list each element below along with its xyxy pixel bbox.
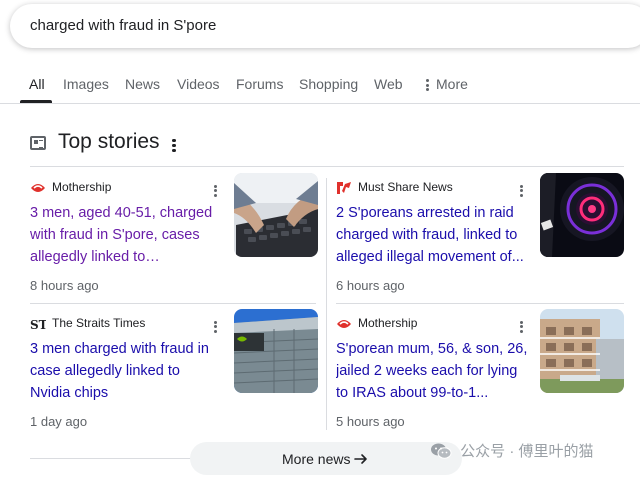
more-news-label: More news [282, 451, 351, 467]
nvidia-building-image [234, 309, 318, 393]
story-headline[interactable]: 3 men, aged 40-51, charged with fraud in… [30, 202, 222, 268]
hands-typing-keyboard-image [234, 173, 318, 257]
source-name: Mothership [52, 180, 112, 194]
watermark-text: 公众号 · 傅里叶的猫 [460, 443, 594, 460]
top-stories-title: Top stories [58, 130, 160, 153]
divider [30, 166, 624, 167]
story-headline[interactable]: 3 men charged with fraud in case alleged… [30, 338, 222, 404]
story-headline[interactable]: 2 S'poreans arrested in raid charged wit… [336, 202, 528, 268]
mothership-logo-icon [337, 320, 351, 328]
story-time: 8 hours ago [30, 278, 99, 293]
straits-times-logo-icon: ST [30, 318, 46, 331]
story-headline[interactable]: S'porean mum, 56, & son, 26, jailed 2 we… [336, 338, 528, 404]
arrow-right-icon [354, 454, 367, 464]
wechat-icon [431, 443, 452, 459]
source-name: The Straits Times [52, 316, 146, 330]
source-name: Mothership [358, 316, 418, 330]
top-stories-menu-icon[interactable] [172, 137, 176, 154]
story-menu-icon[interactable] [214, 319, 218, 334]
tab-images[interactable]: Images [63, 76, 109, 92]
tab-all[interactable]: All [29, 76, 45, 92]
svg-text:ST: ST [30, 318, 46, 331]
search-tabs: All Images News Videos Forums Shopping W… [0, 66, 640, 104]
watermark: 公众号 · 傅里叶的猫 [430, 440, 594, 464]
story-card-3[interactable]: ST The Straits Times 3 men charged with … [30, 309, 320, 436]
story-time: 5 hours ago [336, 414, 405, 429]
tab-shopping[interactable]: Shopping [299, 76, 358, 92]
more-vert-icon [426, 78, 430, 93]
story-card-4[interactable]: Mothership S'porean mum, 56, & son, 26, … [336, 309, 626, 436]
newspaper-icon [30, 136, 46, 150]
story-time: 6 hours ago [336, 278, 405, 293]
divider [30, 458, 192, 459]
more-news-button[interactable]: More news [190, 442, 462, 475]
apartment-building-image [540, 309, 624, 393]
divider [336, 303, 624, 304]
story-card-2[interactable]: Must Share News 2 S'poreans arrested in … [336, 173, 626, 300]
story-menu-icon[interactable] [214, 183, 218, 198]
tab-videos[interactable]: Videos [177, 76, 220, 92]
must-share-news-logo-icon [337, 182, 351, 194]
search-query-text[interactable]: charged with fraud in S'pore [30, 17, 216, 34]
tab-forums[interactable]: Forums [236, 76, 283, 92]
story-menu-icon[interactable] [520, 183, 524, 198]
top-stories-header: Top stories [30, 128, 630, 160]
column-divider [326, 178, 327, 430]
divider [30, 303, 316, 304]
source-name: Must Share News [358, 180, 453, 194]
active-tab-indicator [20, 100, 52, 103]
phone-camera-lens-image [540, 173, 624, 257]
tab-more-label: More [436, 76, 468, 92]
search-box[interactable]: charged with fraud in S'pore [10, 4, 640, 48]
tab-news[interactable]: News [125, 76, 160, 92]
tab-more[interactable]: More [426, 76, 468, 93]
story-menu-icon[interactable] [520, 319, 524, 334]
story-card-1[interactable]: Mothership 3 men, aged 40-51, charged wi… [30, 173, 320, 300]
story-time: 1 day ago [30, 414, 88, 429]
tab-web[interactable]: Web [374, 76, 403, 92]
mothership-logo-icon [31, 184, 45, 192]
